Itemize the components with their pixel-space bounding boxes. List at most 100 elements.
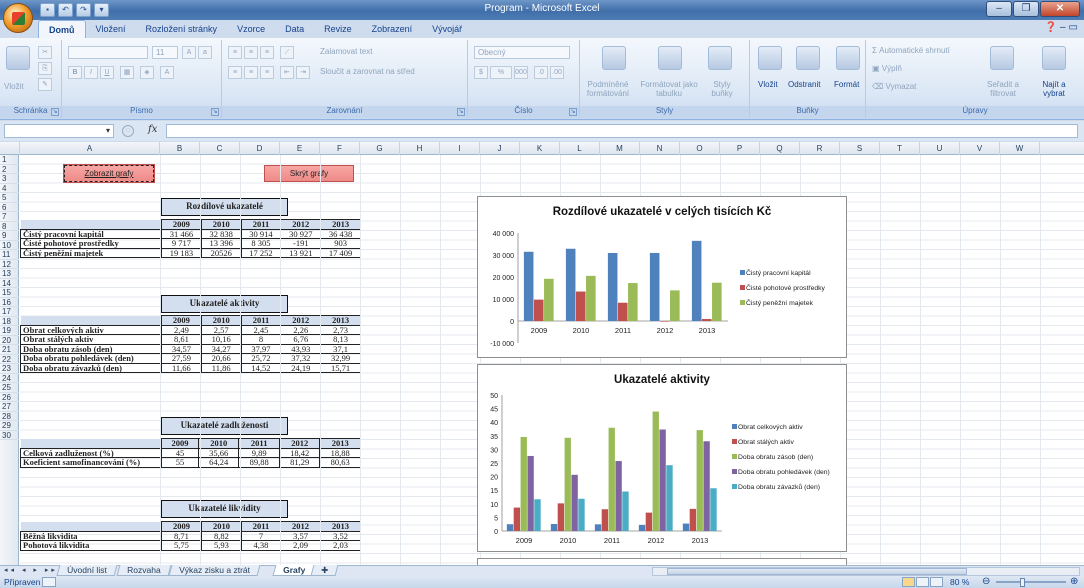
row-header[interactable]: 17 bbox=[0, 307, 19, 317]
row-label[interactable]: Čistý pracovní kapitál bbox=[20, 228, 162, 239]
alignment-launcher-icon[interactable]: ↘ bbox=[457, 108, 465, 116]
tab-insert[interactable]: Vložení bbox=[86, 20, 136, 38]
delete-cells-icon[interactable] bbox=[796, 46, 820, 70]
column-header[interactable]: H bbox=[400, 142, 440, 155]
insert-cells-button[interactable]: Vložit bbox=[758, 80, 778, 89]
close-button[interactable]: ✕ bbox=[1040, 1, 1080, 17]
decrease-indent-icon[interactable]: ⇤ bbox=[280, 66, 294, 79]
table-cell[interactable]: 18,42 bbox=[278, 447, 321, 458]
zoom-slider[interactable] bbox=[996, 581, 1066, 583]
year-header[interactable]: 2011 bbox=[238, 438, 280, 449]
cell-styles-button[interactable]: Styly buňky bbox=[704, 80, 740, 98]
sort-filter-button[interactable]: Seřadit a filtrovat bbox=[978, 80, 1028, 98]
year-header[interactable]: 2013 bbox=[320, 219, 361, 230]
row-label[interactable]: Čistý peněžní majetek bbox=[20, 247, 162, 258]
table-cell[interactable]: 17 252 bbox=[240, 247, 282, 258]
table-cell[interactable]: 6,76 bbox=[280, 334, 322, 345]
column-header[interactable]: B bbox=[160, 142, 200, 155]
column-header[interactable]: M bbox=[600, 142, 640, 155]
italic-icon[interactable]: I bbox=[84, 66, 98, 79]
table-cell[interactable]: 8 bbox=[240, 334, 282, 345]
table-cell[interactable]: 11,86 bbox=[200, 362, 242, 373]
cut-icon[interactable]: ✂ bbox=[38, 46, 52, 59]
table-cell[interactable]: 20,66 bbox=[200, 353, 242, 364]
table-cell[interactable]: 36 438 bbox=[320, 228, 361, 239]
save-icon[interactable]: ▪ bbox=[40, 3, 55, 17]
worksheet-grid[interactable]: ABCDEFGHIJKLMNOPQRSTUVW 1 2 3 4 5 6 7 8 9 10 11 12 1… bbox=[0, 142, 1084, 565]
help-icon[interactable]: ❓ bbox=[1045, 22, 1057, 33]
column-header[interactable]: O bbox=[680, 142, 720, 155]
zoom-level[interactable]: 80 % bbox=[950, 577, 969, 587]
tab-review[interactable]: Revize bbox=[314, 20, 362, 38]
align-top-icon[interactable]: ≡ bbox=[228, 46, 242, 59]
table-cell[interactable]: 2,57 bbox=[200, 324, 242, 335]
row-header[interactable]: 6 bbox=[0, 203, 19, 212]
row-header[interactable]: 27 bbox=[0, 402, 19, 412]
wrap-text-button[interactable]: Zalamovat text bbox=[320, 47, 372, 56]
sheet-nav-arrows-icon[interactable]: ◂◂ ◂ ▸ ▸▸ bbox=[4, 566, 58, 574]
table-cell[interactable]: 2,73 bbox=[320, 324, 361, 335]
column-header[interactable]: Q bbox=[760, 142, 800, 155]
table-cell[interactable]: 7 bbox=[240, 530, 282, 541]
row-header[interactable]: 13 bbox=[0, 269, 19, 279]
column-header[interactable]: C bbox=[200, 142, 240, 155]
name-box[interactable]: ▾ bbox=[4, 124, 114, 138]
chart-partial[interactable] bbox=[477, 558, 847, 565]
table-cell[interactable]: 10,16 bbox=[200, 334, 242, 345]
year-header[interactable]: 2012 bbox=[278, 438, 321, 449]
font-name-combo[interactable] bbox=[68, 46, 148, 59]
table-cell[interactable]: 37,32 bbox=[280, 353, 322, 364]
format-as-table-button[interactable]: Formátovat jako tabulku bbox=[640, 80, 698, 98]
row-header[interactable]: 11 bbox=[0, 250, 19, 260]
fill-button[interactable]: Výplň bbox=[882, 64, 902, 73]
currency-icon[interactable]: $ bbox=[474, 66, 488, 79]
row-header[interactable]: 15 bbox=[0, 288, 19, 298]
align-right-icon[interactable]: ≡ bbox=[260, 66, 274, 79]
align-middle-icon[interactable]: ≡ bbox=[244, 46, 258, 59]
table-cell[interactable]: 45 bbox=[161, 447, 199, 458]
column-header[interactable]: R bbox=[800, 142, 840, 155]
table-cell[interactable]: 64,24 bbox=[197, 457, 240, 468]
table-cell[interactable]: 15,71 bbox=[320, 362, 361, 373]
increase-decimal-icon[interactable]: .0 bbox=[534, 66, 548, 79]
table-cell[interactable]: 81,29 bbox=[278, 457, 321, 468]
table-cell[interactable]: 37,1 bbox=[320, 343, 361, 354]
row-header[interactable]: 30 bbox=[0, 431, 19, 440]
year-header[interactable]: 2010 bbox=[197, 438, 240, 449]
tab-formulas[interactable]: Vzorce bbox=[227, 20, 275, 38]
column-header[interactable]: V bbox=[960, 142, 1000, 155]
horizontal-scrollbar[interactable] bbox=[652, 567, 1080, 576]
row-header[interactable]: 23 bbox=[0, 364, 19, 374]
year-header[interactable]: 2009 bbox=[161, 521, 202, 532]
row-header[interactable]: 29 bbox=[0, 421, 19, 431]
row-header[interactable]: 24 bbox=[0, 374, 19, 383]
table-cell[interactable]: 34,27 bbox=[200, 343, 242, 354]
chart-aktivity[interactable]: Ukazatelé aktivity 0 5 10 15 20 25 30 35 40 45 50 20… bbox=[477, 364, 847, 552]
sheet-tab-uvodni[interactable]: Úvodní list bbox=[56, 565, 118, 576]
year-header[interactable]: 2012 bbox=[280, 315, 322, 326]
conditional-formatting-icon[interactable] bbox=[602, 46, 626, 70]
formula-input[interactable] bbox=[166, 124, 1078, 138]
office-button[interactable] bbox=[3, 3, 33, 33]
year-header[interactable]: 2009 bbox=[161, 315, 202, 326]
row-header[interactable]: 8 bbox=[0, 222, 19, 231]
customize-qat-icon[interactable]: ▾ bbox=[94, 3, 109, 17]
shrink-font-icon[interactable]: a bbox=[198, 46, 212, 59]
year-header[interactable]: 2009 bbox=[161, 219, 202, 230]
row-header[interactable]: 1 bbox=[0, 155, 19, 165]
format-as-table-icon[interactable] bbox=[658, 46, 682, 70]
tab-view[interactable]: Zobrazení bbox=[362, 20, 423, 38]
increase-indent-icon[interactable]: ⇥ bbox=[296, 66, 310, 79]
table-cell[interactable]: 80,63 bbox=[319, 457, 361, 468]
number-format-combo[interactable]: Obecný bbox=[474, 46, 570, 59]
row-header[interactable]: 20 bbox=[0, 336, 19, 345]
table-cell[interactable]: 19 183 bbox=[161, 247, 202, 258]
column-header[interactable]: E bbox=[280, 142, 320, 155]
minimize-button[interactable]: – bbox=[986, 1, 1012, 17]
zoom-in-icon[interactable]: ⊕ bbox=[1070, 576, 1078, 587]
clear-icon[interactable]: ⌫ bbox=[872, 82, 886, 91]
column-header[interactable]: S bbox=[840, 142, 880, 155]
restore-button[interactable]: ❐ bbox=[1013, 1, 1039, 17]
table-cell[interactable]: 14,52 bbox=[240, 362, 282, 373]
table-cell[interactable]: 8,13 bbox=[320, 334, 361, 345]
